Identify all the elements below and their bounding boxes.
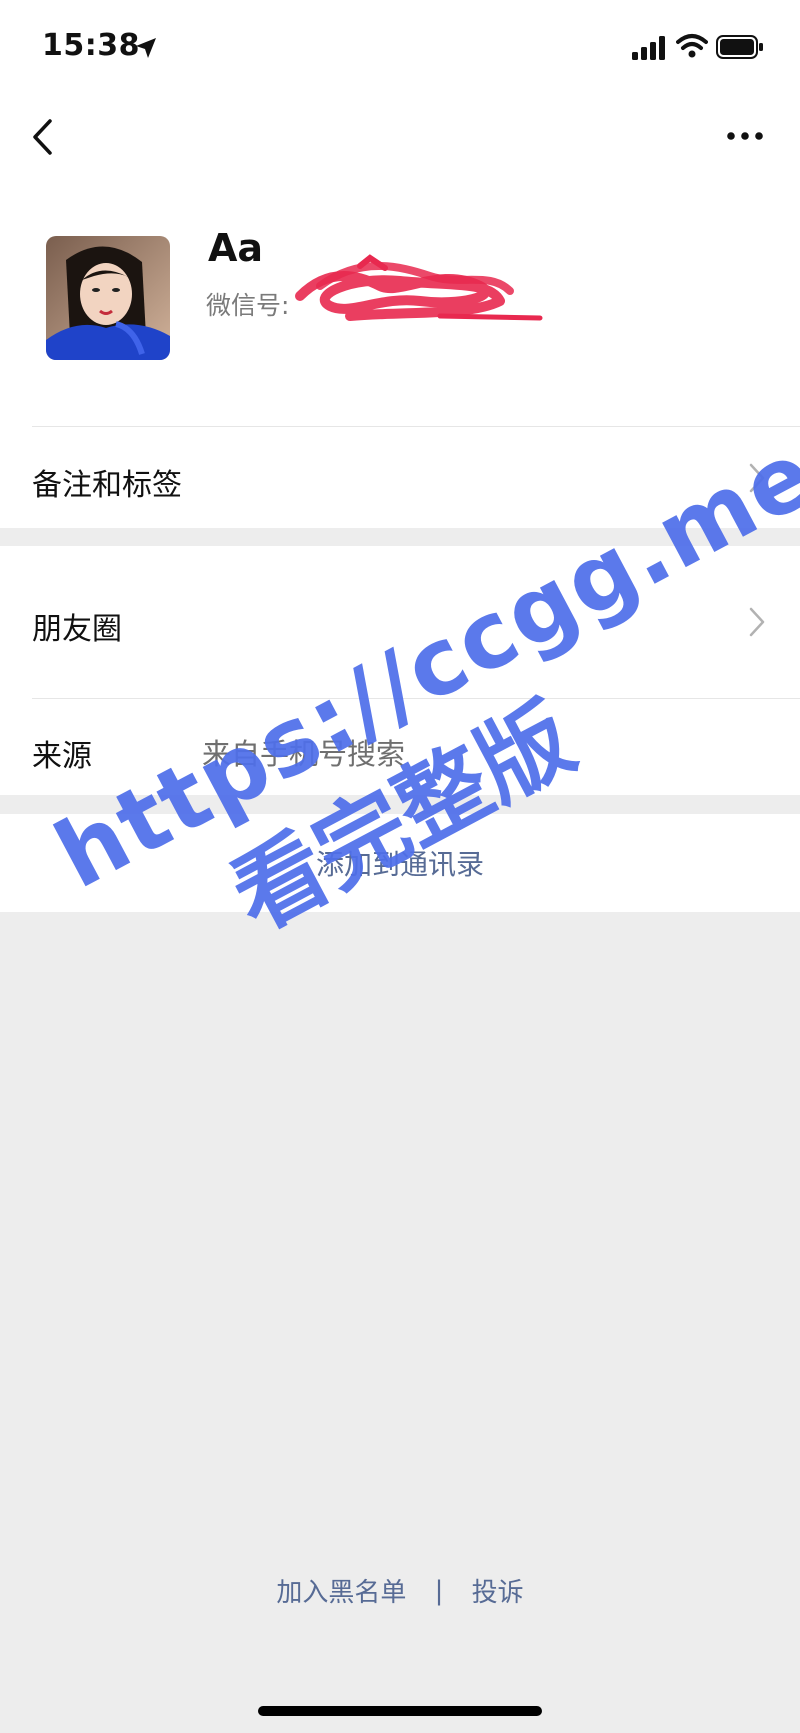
section-gap	[0, 795, 800, 814]
source-label: 来源	[32, 739, 92, 774]
redaction-scribble	[295, 254, 543, 321]
add-to-contacts-button[interactable]: 添加到通讯录	[0, 814, 800, 912]
source-value: 来自手机号搜索	[202, 737, 406, 771]
battery-icon	[716, 35, 763, 59]
profile-divider	[32, 426, 800, 427]
back-button[interactable]	[22, 112, 62, 162]
remark-and-tags-row[interactable]: 备注和标签	[0, 428, 800, 528]
more-dots-icon	[727, 132, 763, 140]
avatar-photo-icon	[46, 236, 170, 360]
report-link[interactable]: 投诉	[472, 1572, 524, 1609]
more-button[interactable]	[722, 118, 768, 154]
remark-and-tags-label: 备注和标签	[32, 468, 182, 503]
wifi-icon	[676, 34, 708, 58]
moments-label: 朋友圈	[32, 612, 122, 647]
add-to-blacklist-link[interactable]: 加入黑名单	[276, 1572, 406, 1609]
status-bar: 15:38	[0, 0, 800, 96]
cellular-signal-icon	[632, 36, 665, 60]
moments-row[interactable]: 朋友圈	[0, 546, 800, 698]
home-indicator[interactable]	[258, 1706, 542, 1716]
chevron-left-icon	[33, 119, 52, 155]
location-arrow-icon	[136, 38, 156, 58]
contact-name: Aa	[208, 226, 264, 270]
status-time: 15:38	[42, 28, 140, 63]
avatar[interactable]	[46, 236, 170, 360]
footer-links: 加入黑名单 | 投诉	[0, 1572, 800, 1609]
section-gap	[0, 528, 800, 546]
wechat-id-label: 微信号:	[206, 291, 290, 320]
source-row: 来源 来自手机号搜索	[0, 699, 800, 795]
chevron-right-icon	[749, 463, 765, 493]
footer-separator: |	[434, 1575, 444, 1606]
chevron-right-icon	[749, 607, 765, 637]
